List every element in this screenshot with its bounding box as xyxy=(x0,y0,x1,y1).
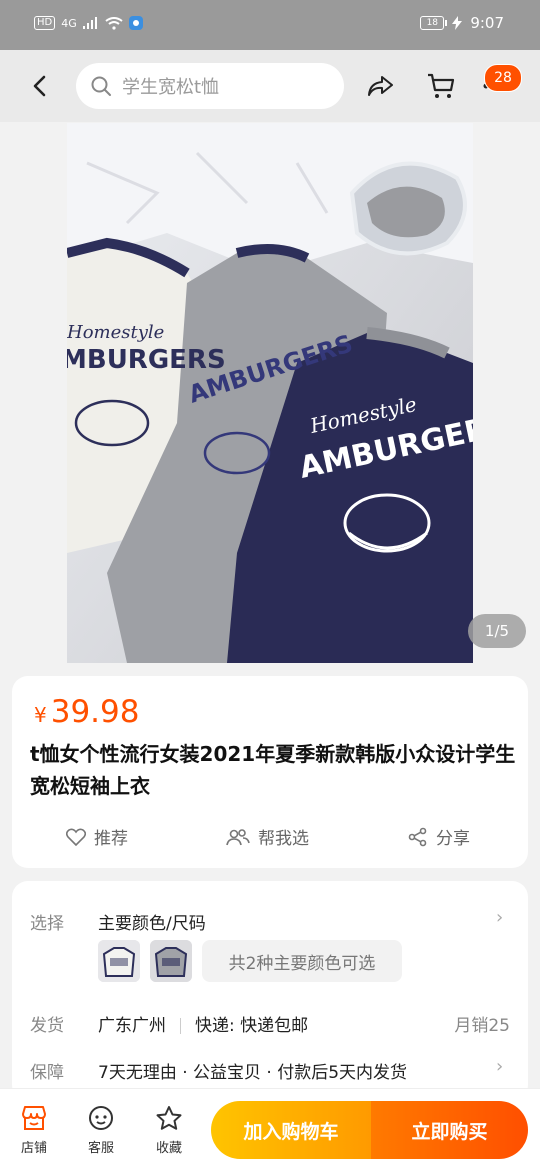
svg-text:MBURGERS: MBURGERS xyxy=(67,345,226,375)
cart-icon[interactable] xyxy=(426,72,456,100)
guarantee-label: 保障 xyxy=(30,1063,64,1083)
star-icon xyxy=(156,1106,182,1130)
favorite-button[interactable]: 收藏 xyxy=(142,1105,196,1156)
hd-icon: HD xyxy=(34,16,56,30)
chevron-right-icon[interactable]: › xyxy=(496,1056,503,1077)
share-button[interactable]: 分享 xyxy=(408,824,470,849)
help-pick-label: 帮我选 xyxy=(258,829,309,849)
heart-icon xyxy=(66,828,86,846)
bottom-action-bar: 店铺 客服 收藏 加入购物车 立即购买 xyxy=(0,1088,540,1171)
share-label: 分享 xyxy=(436,829,470,849)
back-icon[interactable] xyxy=(24,70,56,102)
status-bar: HD 4G 18 9:07 xyxy=(0,0,540,50)
divider xyxy=(180,1018,181,1034)
charging-icon xyxy=(452,16,463,30)
select-label: 选择 xyxy=(30,914,64,934)
recommend-label: 推荐 xyxy=(94,829,128,849)
product-title: t恤女个性流行女装2021年夏季新款韩版小众设计学生宽松短袖上衣 xyxy=(30,742,516,798)
product-actions: 推荐 帮我选 分享 xyxy=(12,824,528,849)
share-icon[interactable] xyxy=(366,72,394,100)
monthly-sales: 月销25 xyxy=(454,1016,510,1036)
price: ¥ 39.98 xyxy=(34,694,139,730)
ship-origin: 广东广州 xyxy=(98,1016,166,1036)
signal-icon xyxy=(82,17,97,29)
price-value: 39.98 xyxy=(50,694,140,730)
image-counter: 1/5 xyxy=(468,614,526,648)
clock: 9:07 xyxy=(470,14,504,32)
product-details-card: 选择 主要颜色/尺码 › 共2种主要颜色可选 发货 广东广州 快递: 快递包邮 月… xyxy=(12,881,528,1101)
shop-icon xyxy=(22,1106,46,1130)
help-pick-button[interactable]: 帮我选 xyxy=(226,824,309,849)
top-nav: 学生宽松t恤 28 xyxy=(0,50,540,122)
cart-badge: 28 xyxy=(484,64,522,92)
favorite-label: 收藏 xyxy=(155,1141,182,1156)
wifi-icon xyxy=(105,16,123,30)
shop-button[interactable]: 店铺 xyxy=(7,1105,61,1156)
shop-label: 店铺 xyxy=(20,1141,47,1156)
ship-method: 快递: 快递包邮 xyxy=(195,1016,309,1036)
people-icon xyxy=(226,828,250,845)
color-thumb-grey[interactable] xyxy=(150,940,192,982)
ship-info: 广东广州 快递: 快递包邮 xyxy=(98,1011,308,1036)
ship-label: 发货 xyxy=(30,1016,64,1036)
search-placeholder: 学生宽松t恤 xyxy=(122,77,220,98)
battery-icon: 18 xyxy=(420,16,448,30)
service-label: 客服 xyxy=(87,1141,114,1156)
add-to-cart-button[interactable]: 加入购物车 xyxy=(211,1101,371,1159)
recommend-button[interactable]: 推荐 xyxy=(66,824,128,849)
network-label: 4G xyxy=(61,16,77,30)
color-thumb-white[interactable] xyxy=(98,940,140,982)
chevron-right-icon[interactable]: › xyxy=(496,907,503,928)
share-nodes-icon xyxy=(408,827,427,846)
search-icon xyxy=(91,76,111,96)
product-image[interactable]: Homestyle MBURGERS AMBURGERS Homestyle A… xyxy=(67,123,473,663)
search-bar[interactable]: 学生宽松t恤 xyxy=(76,63,344,109)
colors-available-pill[interactable]: 共2种主要颜色可选 xyxy=(202,940,402,982)
app-notification-icon xyxy=(128,16,143,30)
select-value[interactable]: 主要颜色/尺码 xyxy=(98,909,206,934)
buy-now-button[interactable]: 立即购买 xyxy=(371,1101,528,1159)
currency-symbol: ¥ xyxy=(34,703,47,727)
guarantee-value[interactable]: 7天无理由 · 公益宝贝 · 付款后5天内发货 xyxy=(98,1058,407,1083)
service-icon xyxy=(89,1106,113,1130)
svg-text:Homestyle: Homestyle xyxy=(67,322,164,343)
product-photo: Homestyle MBURGERS AMBURGERS Homestyle A… xyxy=(67,123,473,663)
customer-service-button[interactable]: 客服 xyxy=(74,1105,128,1156)
product-info-card: ¥ 39.98 t恤女个性流行女装2021年夏季新款韩版小众设计学生宽松短袖上衣… xyxy=(12,676,528,868)
